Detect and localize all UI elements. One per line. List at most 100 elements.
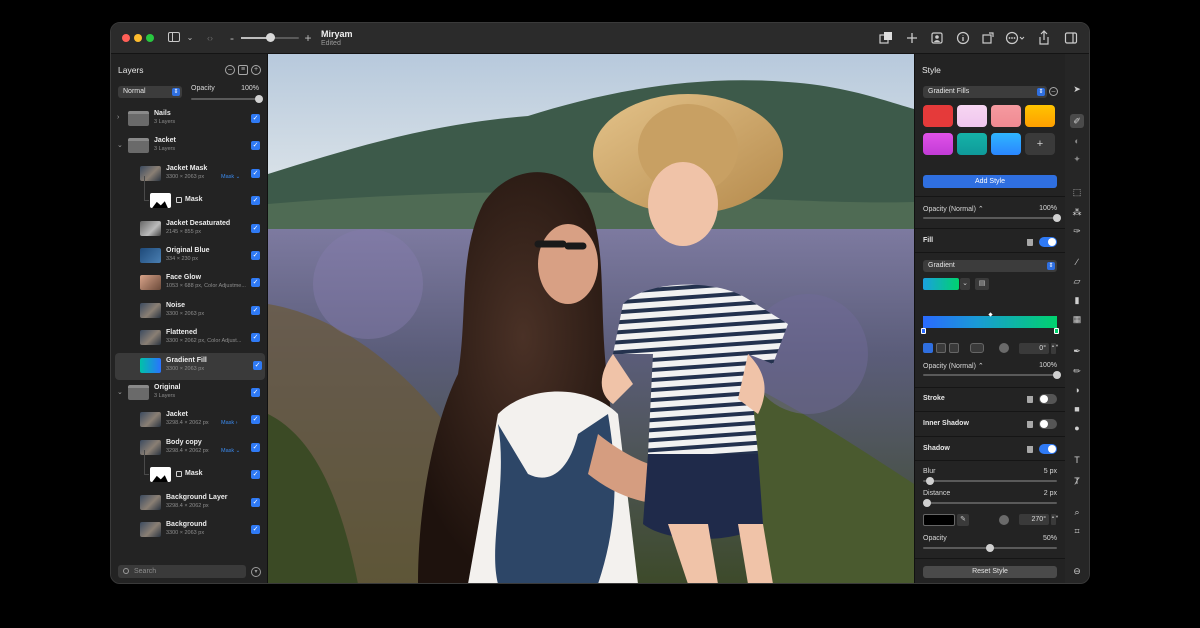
fill-opacity-slider[interactable] [923, 374, 1057, 376]
mask-disclosure-link[interactable]: Mask › [221, 420, 238, 426]
layer-visibility-checkbox[interactable]: ✓ [251, 251, 260, 260]
style-preset-select[interactable]: Gradient Fills ⇕ [923, 86, 1047, 98]
ellipse-icon[interactable]: ● [1070, 421, 1084, 435]
filter-icon[interactable]: ▾ [251, 567, 261, 577]
style-swatch[interactable] [1025, 105, 1055, 127]
reset-style-button[interactable]: Reset Style [923, 566, 1057, 578]
style-swatch[interactable] [957, 105, 987, 127]
rectangle-icon[interactable]: ■ [1070, 402, 1084, 416]
add-swatch-button[interactable]: + [1025, 133, 1055, 155]
inner-shadow-delete-icon[interactable] [1027, 421, 1033, 428]
shadow-distance-slider[interactable] [923, 502, 1057, 504]
layer-visibility-checkbox[interactable]: ✓ [251, 114, 260, 123]
add-layer-icon[interactable]: + [251, 65, 261, 75]
zoom-icon[interactable]: ⌕ [1070, 505, 1084, 519]
more-icon[interactable]: ⊖ [1070, 564, 1084, 578]
chevron-down-icon[interactable]: ⌄ [185, 30, 195, 46]
layer-visibility-checkbox[interactable]: ✓ [251, 442, 260, 452]
layer-visibility-checkbox[interactable]: ✓ [251, 223, 260, 233]
layer-visibility-checkbox[interactable]: ✓ [251, 196, 260, 206]
eyedropper-icon[interactable]: ✎ [957, 514, 969, 526]
shadow-angle-stepper[interactable]: ▲▼ [1051, 514, 1059, 525]
style-swatch[interactable] [923, 133, 953, 155]
layer-row[interactable]: Original Blue 334 × 230 px ✓ [111, 243, 267, 270]
minimize-window-button[interactable] [134, 34, 142, 42]
layer-row[interactable]: Jacket 3298.4 × 2062 px Mask › ✓ [111, 407, 267, 434]
shadow-delete-icon[interactable] [1027, 446, 1033, 453]
layer-row[interactable]: Jacket Desaturated 2145 × 855 px ✓ [111, 216, 267, 243]
inspector-toggle-icon[interactable] [1064, 31, 1078, 45]
layer-row[interactable]: Noise 3300 × 2063 px ✓ [111, 298, 267, 325]
style-swatch[interactable] [923, 105, 953, 127]
style-swatch[interactable] [957, 133, 987, 155]
photo-browser-icon[interactable] [930, 31, 944, 45]
crop-export-icon[interactable] [981, 31, 995, 45]
mask-row[interactable]: Mask ✓ [111, 176, 267, 215]
mask-disclosure-link[interactable]: Mask ⌄ [221, 174, 240, 180]
style-brush-icon[interactable]: ✐ [1070, 114, 1084, 128]
reverse-gradient-button[interactable] [970, 343, 984, 353]
gradient-preview-well[interactable] [923, 278, 959, 290]
layer-opacity-slider[interactable] [191, 98, 259, 100]
layer-visibility-checkbox[interactable]: ✓ [251, 168, 260, 178]
share-icon[interactable] [1037, 30, 1051, 46]
gradient-angle-field[interactable]: 0° [1019, 343, 1049, 354]
layer-row[interactable]: Body copy 3298.4 × 2062 px Mask ⌄ ✓ [111, 435, 267, 462]
shadow-distance-slider-handle[interactable] [923, 499, 932, 507]
pencil-icon[interactable]: ✏ [1070, 364, 1084, 378]
fill-type-select[interactable]: Gradient ⇕ [923, 260, 1057, 272]
gradient-stop-end[interactable] [1054, 328, 1059, 334]
layer-visibility-checkbox[interactable]: ✓ [251, 525, 260, 534]
gradient-presets-icon[interactable]: ▤ [975, 278, 989, 290]
mask-disclosure-link[interactable]: Mask ⌄ [221, 448, 240, 454]
layer-stack-icon[interactable]: ≡ [238, 65, 248, 75]
fill-bucket-icon[interactable]: ▮ [1070, 293, 1084, 307]
shadow-angle-field[interactable]: 270° [1019, 514, 1049, 525]
layer-search-input[interactable]: Search [118, 565, 246, 578]
layer-opacity-slider-handle[interactable] [255, 95, 263, 103]
effects-icon[interactable]: ✦ [1070, 152, 1084, 166]
type-on-path-icon[interactable]: Ⱦ [1070, 474, 1084, 488]
layer-visibility-checkbox[interactable]: ✓ [251, 278, 260, 288]
arrange-icon[interactable] [879, 31, 893, 45]
layer-visibility-checkbox[interactable]: ✓ [251, 333, 260, 343]
layer-visibility-checkbox[interactable]: ✓ [251, 388, 260, 397]
style-opacity-slider[interactable] [923, 217, 1057, 219]
fill-delete-icon[interactable] [1027, 239, 1033, 246]
preset-options-icon[interactable]: – [1049, 87, 1058, 96]
color-adjust-icon[interactable]: ◐ [1070, 134, 1084, 148]
stroke-toggle[interactable] [1039, 394, 1057, 404]
layer-group-row[interactable]: ⌄ Jacket 3 Layers ✓ [111, 133, 267, 160]
layer-row[interactable]: Background Layer 3298.4 × 2062 px ✓ [111, 490, 267, 517]
layer-group-row[interactable]: › Nails 3 Layers ✓ [111, 106, 267, 133]
pen-icon[interactable]: ✒ [1070, 344, 1084, 358]
fill-opacity-slider-handle[interactable] [1053, 371, 1061, 379]
zoom-out-icon[interactable]: - [228, 30, 236, 46]
linear-gradient-button[interactable] [923, 343, 933, 353]
shadow-toggle[interactable] [1039, 444, 1057, 454]
fill-toggle[interactable] [1039, 237, 1057, 247]
gradient-icon[interactable]: ▦ [1070, 312, 1084, 326]
chevron-down-icon[interactable]: ⌄ [117, 141, 123, 149]
gradient-stop-start[interactable] [921, 328, 926, 334]
quick-select-icon[interactable]: ✑ [1070, 224, 1084, 238]
style-swatch[interactable] [991, 133, 1021, 155]
zoom-in-icon[interactable]: + [304, 30, 312, 46]
image-canvas[interactable] [268, 54, 914, 583]
code-brackets-icon[interactable]: ‹› [203, 30, 217, 46]
collapse-all-icon[interactable]: – [225, 65, 235, 75]
zoom-window-button[interactable] [146, 34, 154, 42]
crop-icon[interactable]: ⌗ [1070, 524, 1084, 538]
shape-icon[interactable]: ◑ [1070, 383, 1084, 397]
stroke-delete-icon[interactable] [1027, 396, 1033, 403]
layer-row[interactable]: Face Glow 1053 × 688 px, Color Adjustme..… [111, 270, 267, 297]
arrow-icon[interactable]: ➤ [1070, 82, 1084, 96]
shadow-angle-dial[interactable] [999, 515, 1009, 525]
layer-visibility-checkbox[interactable]: ✓ [251, 415, 260, 425]
shadow-blur-slider[interactable] [923, 480, 1057, 482]
mask-row[interactable]: Mask ✓ [111, 450, 267, 489]
shadow-opacity-slider-handle[interactable] [986, 544, 994, 552]
inner-shadow-toggle[interactable] [1039, 419, 1057, 429]
sidebar-toggle-icon[interactable] [168, 32, 180, 42]
close-window-button[interactable] [122, 34, 130, 42]
